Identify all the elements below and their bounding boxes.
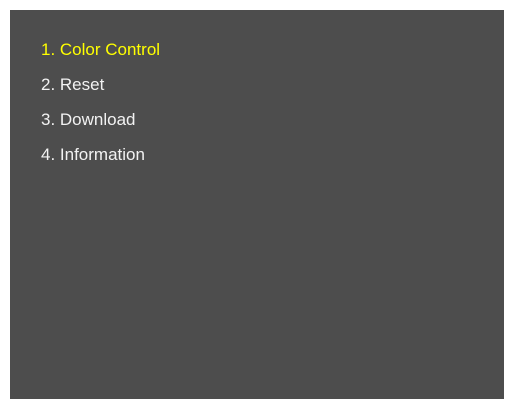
menu-item-information[interactable]: 4. Information <box>41 137 160 172</box>
osd-menu-list: 1. Color Control 2. Reset 3. Download 4.… <box>41 32 160 172</box>
menu-item-reset[interactable]: 2. Reset <box>41 67 160 102</box>
menu-item-color-control[interactable]: 1. Color Control <box>41 32 160 67</box>
osd-menu-screen: 1. Color Control 2. Reset 3. Download 4.… <box>10 10 504 399</box>
menu-item-download[interactable]: 3. Download <box>41 102 160 137</box>
